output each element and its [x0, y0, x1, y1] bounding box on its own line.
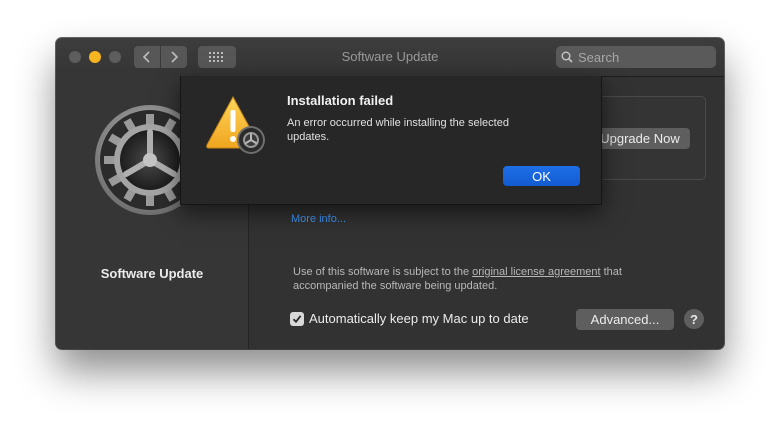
license-text: Use of this software is subject to the o…	[293, 265, 673, 293]
search-field[interactable]: Search	[556, 46, 716, 68]
search-icon	[561, 51, 573, 63]
titlebar: Software Update Search	[56, 38, 724, 77]
auto-update-checkbox[interactable]	[290, 311, 304, 326]
advanced-button[interactable]: Advanced...	[576, 309, 674, 330]
more-info-link[interactable]: More info...	[291, 213, 346, 225]
license-agreement-link[interactable]: original license agreement	[472, 266, 600, 278]
license-pre: Use of this software is subject to the	[293, 266, 473, 278]
auto-update-label: Automatically keep my Mac up to date	[309, 311, 529, 326]
sidebar-title: Software Update	[100, 266, 204, 281]
alert-sheet: Installation failed An error occurred wh…	[180, 76, 602, 205]
search-placeholder: Search	[578, 49, 620, 65]
help-button[interactable]: ?	[684, 309, 704, 329]
auto-update-row: Automatically keep my Mac up to date	[290, 311, 529, 326]
warning-icon	[205, 94, 267, 156]
alert-title: Installation failed	[287, 93, 394, 108]
upgrade-now-button[interactable]: Upgrade Now	[590, 128, 690, 149]
ok-button[interactable]: OK	[503, 166, 580, 186]
alert-message: An error occurred while installing the s…	[287, 117, 509, 143]
checkmark-icon	[292, 314, 302, 323]
